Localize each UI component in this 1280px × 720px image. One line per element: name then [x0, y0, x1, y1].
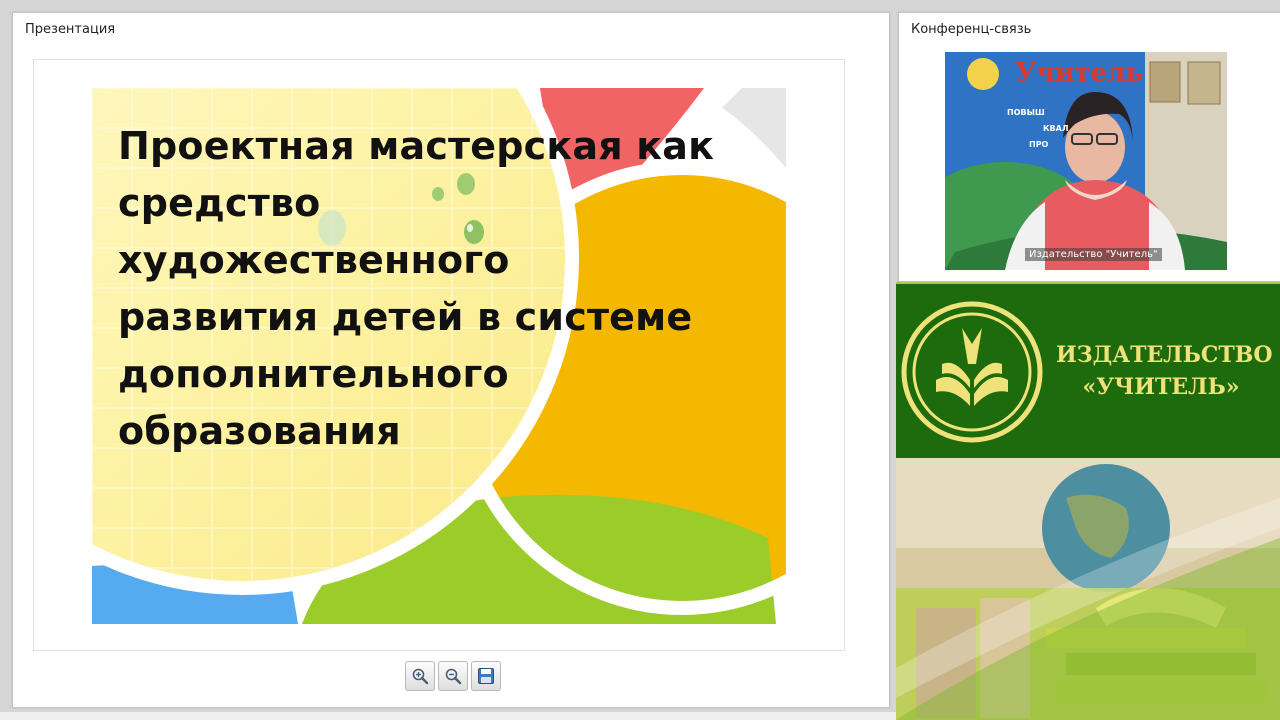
backdrop-bullet-3: ПРО — [1029, 140, 1049, 149]
publisher-logo-icon — [901, 301, 1043, 443]
zoom-in-button[interactable] — [405, 661, 435, 691]
publisher-name-line2: «УЧИТЕЛЬ» — [1082, 374, 1240, 400]
bottom-strip — [0, 712, 896, 720]
save-icon — [478, 668, 494, 684]
backdrop-bullet-1: ПОВЫШ — [1007, 108, 1045, 117]
save-button[interactable] — [471, 661, 501, 691]
books-illustration — [896, 458, 1280, 720]
zoom-out-icon — [445, 668, 462, 685]
backdrop-bullet-2: КВАЛ — [1043, 124, 1069, 133]
video-caption: Издательство "Учитель" — [1025, 248, 1162, 261]
books-globe-image — [896, 458, 1280, 720]
conference-panel: Конференц-связь Учитель ПОВЫШ КВАЛ ПРО И… — [898, 12, 1280, 282]
video-feed[interactable]: Учитель ПОВЫШ КВАЛ ПРО Издательство "Учи… — [945, 52, 1227, 270]
conference-panel-title: Конференц-связь — [911, 22, 1032, 37]
presentation-panel-title: Презентация — [25, 22, 116, 37]
zoom-in-icon — [412, 668, 429, 685]
presentation-panel: Презентация Проектная мастерская как сре… — [12, 12, 890, 708]
publisher-name-line1: ИЗДАТЕЛЬСТВО — [1056, 342, 1273, 368]
backdrop-brand-text: Учитель — [1015, 58, 1144, 88]
slide-title: Проектная мастерская как средство художе… — [118, 124, 715, 453]
publisher-banner: ИЗДАТЕЛЬСТВО «УЧИТЕЛЬ» — [896, 282, 1280, 460]
zoom-out-button[interactable] — [438, 661, 468, 691]
presentation-slide: Проектная мастерская как средство художе… — [33, 59, 845, 651]
